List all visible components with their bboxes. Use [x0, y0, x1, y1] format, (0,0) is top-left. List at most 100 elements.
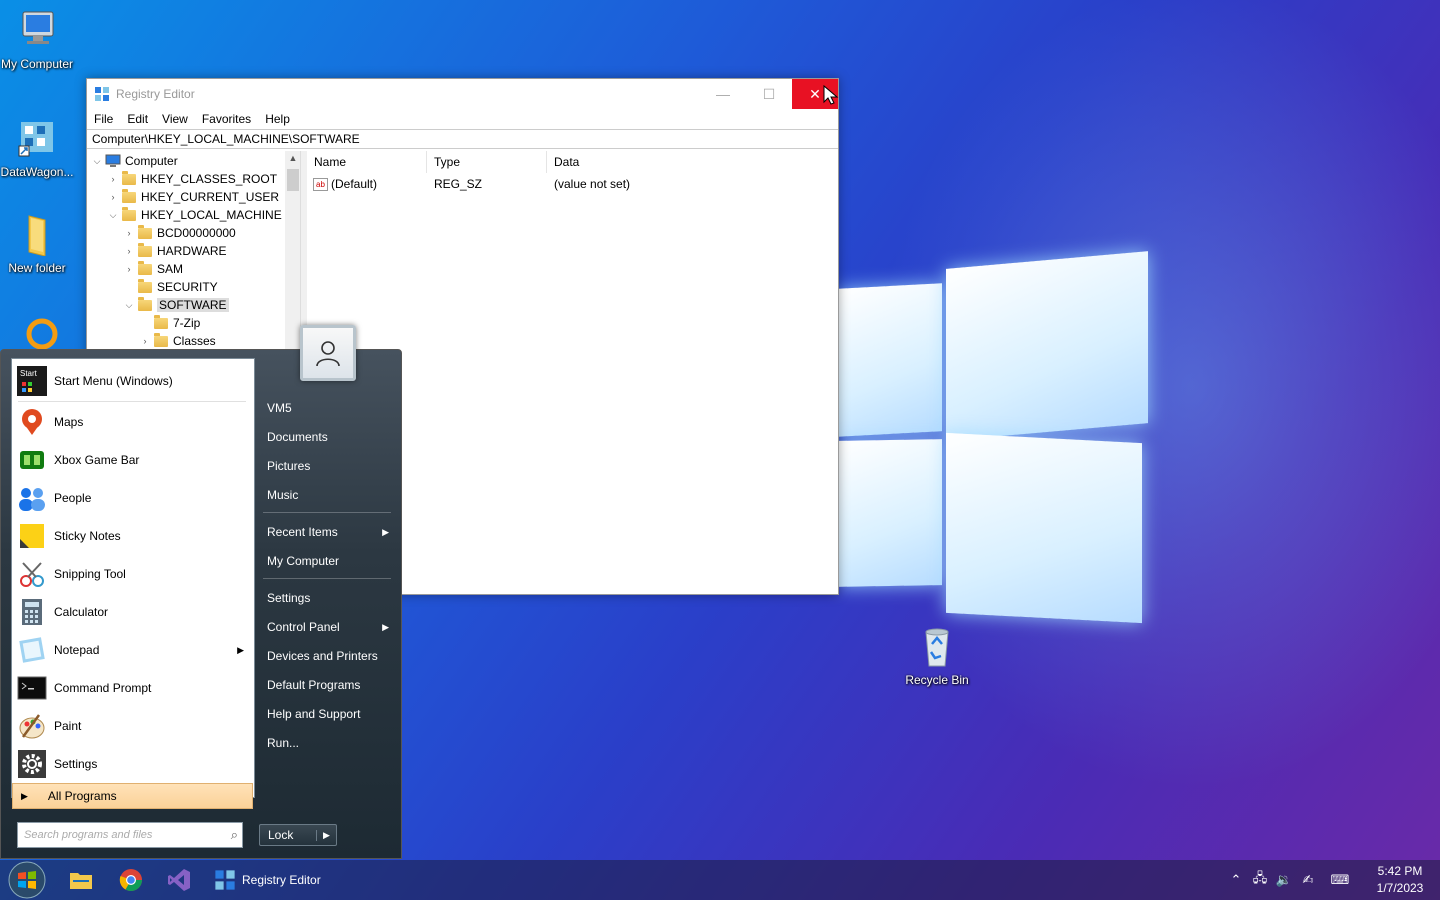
chevron-down-icon[interactable]: ⌵ — [123, 300, 135, 311]
start-item-people[interactable]: People — [16, 480, 250, 516]
place-recent-items[interactable]: Recent Items ▶ — [259, 519, 393, 545]
svg-text:Start: Start — [20, 369, 38, 378]
tree-item-hardware[interactable]: › HARDWARE — [123, 242, 227, 260]
start-item-sticky-notes[interactable]: Sticky Notes — [16, 518, 250, 554]
chevron-right-icon[interactable]: › — [123, 246, 135, 256]
menu-view[interactable]: View — [162, 112, 188, 126]
tree-item-bcd[interactable]: › BCD00000000 — [123, 224, 236, 242]
chevron-right-icon[interactable]: › — [123, 264, 135, 274]
place-run[interactable]: Run... — [259, 730, 393, 756]
start-item-label: Xbox Game Bar — [54, 453, 140, 467]
maps-icon — [16, 406, 48, 438]
chevron-right-icon[interactable]: › — [107, 174, 119, 184]
system-tray: ⌃ 🖧 🔉 ✍ ⌨ 5:42 PM 1/7/2023 — [1224, 860, 1440, 900]
chevron-right-icon[interactable]: › — [123, 228, 135, 238]
start-menu-programs: Start Start Menu (Windows) Maps Xbox Gam… — [11, 358, 255, 798]
lock-button[interactable]: Lock ▶ — [259, 824, 337, 846]
tree-label: Computer — [125, 154, 178, 168]
desktop-icon-recycle-bin[interactable]: Recycle Bin — [900, 624, 974, 687]
taskbar-registry-editor[interactable]: Registry Editor — [214, 864, 321, 896]
tree-item-computer[interactable]: ⌵ Computer — [91, 152, 178, 170]
menu-bar: File Edit View Favorites Help — [87, 109, 838, 129]
place-devices-printers[interactable]: Devices and Printers — [259, 643, 393, 669]
submenu-arrow-icon[interactable]: ▶ — [237, 645, 244, 656]
chevron-down-icon[interactable]: ⌵ — [91, 156, 103, 167]
menu-edit[interactable]: Edit — [127, 112, 148, 126]
start-item-label: Settings — [54, 757, 98, 771]
place-control-panel[interactable]: Control Panel ▶ — [259, 614, 393, 640]
user-picture[interactable] — [300, 325, 356, 381]
desktop-icon-label: DataWagon... — [0, 165, 74, 179]
start-item-snipping-tool[interactable]: Snipping Tool — [16, 556, 250, 592]
tree-item-hkcr[interactable]: › HKEY_CLASSES_ROOT — [107, 170, 277, 188]
start-item-label: Sticky Notes — [54, 529, 121, 543]
chevron-down-icon[interactable]: ⌵ — [107, 210, 119, 221]
tree-item-hklm[interactable]: ⌵ HKEY_LOCAL_MACHINE — [107, 206, 282, 224]
maximize-icon: ☐ — [762, 85, 776, 102]
column-type[interactable]: Type — [427, 151, 547, 173]
user-icon — [316, 341, 340, 367]
value-row[interactable]: ab (Default) REG_SZ (value not set) — [307, 173, 838, 195]
clock[interactable]: 5:42 PM 1/7/2023 — [1366, 863, 1434, 897]
desktop-icon-partial[interactable] — [22, 316, 62, 350]
start-item-paint[interactable]: Paint — [16, 708, 250, 744]
start-item-calculator[interactable]: Calculator — [16, 594, 250, 630]
volume-icon[interactable]: 🔉 — [1272, 860, 1296, 900]
start-item-start-menu[interactable]: Start Start Menu (Windows) — [16, 363, 250, 399]
tree-item-software[interactable]: ⌵ SOFTWARE — [123, 296, 229, 314]
string-value-icon: ab — [313, 177, 328, 191]
desktop-icon-datawagon[interactable]: DataWagon... — [0, 116, 74, 179]
place-pictures[interactable]: Pictures — [259, 453, 393, 479]
value-type: REG_SZ — [434, 177, 483, 191]
start-item-notepad[interactable]: Notepad ▶ — [16, 632, 250, 668]
place-settings[interactable]: Settings — [259, 585, 393, 611]
menu-favorites[interactable]: Favorites — [202, 112, 251, 126]
pen-icon[interactable]: ✍ — [1296, 860, 1320, 900]
keyboard-icon[interactable]: ⌨ — [1320, 860, 1360, 900]
place-music[interactable]: Music — [259, 482, 393, 508]
search-input[interactable]: Search programs and files ⌕ — [17, 822, 243, 848]
place-documents[interactable]: Documents — [259, 424, 393, 450]
people-icon — [16, 482, 48, 514]
tree-label: Classes — [173, 334, 216, 348]
tree-item-sam[interactable]: › SAM — [123, 260, 183, 278]
tree-item-7zip[interactable]: 7-Zip — [139, 314, 200, 332]
start-item-xbox[interactable]: Xbox Game Bar — [16, 442, 250, 478]
chevron-right-icon[interactable]: › — [107, 192, 119, 202]
place-user[interactable]: VM5 — [259, 395, 393, 421]
column-name[interactable]: Name — [307, 151, 427, 173]
scroll-thumb[interactable] — [287, 169, 299, 191]
scissors-icon — [16, 558, 48, 590]
taskbar-visual-studio[interactable] — [164, 864, 194, 896]
place-help-support[interactable]: Help and Support — [259, 701, 393, 727]
search-icon[interactable]: ⌕ — [231, 827, 238, 843]
minimize-button[interactable]: — — [700, 79, 746, 109]
xbox-icon — [16, 444, 48, 476]
place-my-computer[interactable]: My Computer — [259, 548, 393, 574]
tree-item-security[interactable]: SECURITY — [123, 278, 218, 296]
column-data[interactable]: Data — [547, 151, 833, 173]
start-item-settings[interactable]: Settings — [16, 746, 250, 782]
menu-file[interactable]: File — [94, 112, 113, 126]
menu-help[interactable]: Help — [265, 112, 290, 126]
desktop-icon-new-folder[interactable]: New folder — [0, 212, 74, 275]
place-default-programs[interactable]: Default Programs — [259, 672, 393, 698]
title-bar[interactable]: Registry Editor — ☐ ✕ — [87, 79, 838, 109]
taskbar-chrome[interactable] — [116, 864, 146, 896]
tree-item-hkcu[interactable]: › HKEY_CURRENT_USER — [107, 188, 279, 206]
chevron-right-icon[interactable]: › — [139, 336, 151, 346]
address-bar[interactable]: Computer\HKEY_LOCAL_MACHINE\SOFTWARE — [87, 129, 838, 149]
maximize-button[interactable]: ☐ — [746, 79, 792, 109]
start-button[interactable] — [4, 860, 50, 900]
all-programs-button[interactable]: ▶ All Programs — [12, 783, 253, 809]
place-label: Recent Items — [267, 525, 338, 539]
network-icon[interactable]: 🖧 — [1248, 860, 1272, 900]
start-item-maps[interactable]: Maps — [16, 404, 250, 440]
lock-options-arrow-icon[interactable]: ▶ — [316, 829, 336, 841]
start-item-command-prompt[interactable]: Command Prompt — [16, 670, 250, 706]
tree-item-classes[interactable]: › Classes — [139, 332, 216, 350]
desktop-icon-my-computer[interactable]: My Computer — [0, 8, 74, 71]
scroll-up-icon[interactable]: ▲ — [285, 153, 300, 163]
chevron-up-icon[interactable]: ⌃ — [1224, 860, 1248, 900]
taskbar-file-explorer[interactable] — [66, 864, 96, 896]
